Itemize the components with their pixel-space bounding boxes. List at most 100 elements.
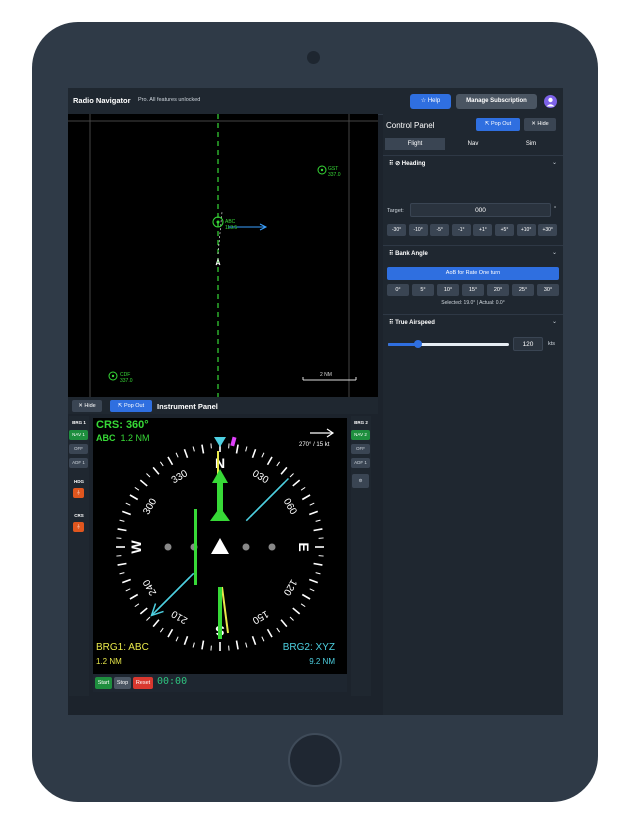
compass-icon: ⊘ [395, 161, 401, 167]
top-bar: Radio Navigator Pro. All features unlock… [68, 88, 563, 115]
airspeed-input[interactable]: 120 [513, 337, 543, 351]
airspeed-unit: kts [548, 341, 556, 347]
lubber-line-icon [214, 437, 226, 447]
compass-tick [121, 510, 132, 516]
app-subtitle: Pro. All features unlocked [138, 97, 201, 103]
bank-angle-button[interactable]: 20° [487, 284, 509, 296]
compass-tick [313, 562, 323, 566]
tablet-home-button[interactable] [288, 733, 342, 787]
heading-target-input[interactable]: 000 [410, 203, 551, 217]
bank-angle-button[interactable]: 0° [387, 284, 409, 296]
compass-tick [167, 628, 174, 638]
heading-step-button[interactable]: +1° [473, 224, 493, 236]
timer-stop-button[interactable]: Stop [114, 677, 131, 689]
cardinal-label: N [215, 455, 225, 471]
control-popout-label: Pop Out [490, 121, 512, 127]
compass-tick [146, 616, 151, 621]
heading-step-button[interactable]: -1° [451, 224, 471, 236]
compass-tick [313, 528, 323, 532]
compass-tick [289, 616, 294, 621]
bank-section-header[interactable]: ⠿ Bank Angle ⌄ [383, 245, 563, 260]
compass-tick [266, 456, 273, 466]
heading-step-button[interactable]: +10° [516, 224, 536, 236]
bank-angle-button[interactable]: 25° [512, 284, 534, 296]
compass-tick [117, 528, 127, 532]
compass-number-label: 240 [141, 577, 159, 597]
brg2-adf1-button[interactable]: ADF 1 [351, 458, 370, 468]
chevron-down-icon: ⌄ [551, 250, 557, 256]
compass-tick [300, 486, 306, 491]
course-station-readout: ABC 1.2 NM [96, 433, 150, 443]
airspeed-slider-thumb[interactable] [414, 340, 423, 348]
compass-tick [159, 627, 164, 633]
compass-tick [152, 466, 160, 475]
brg1-label: BRG 1 [72, 420, 86, 425]
heading-step-button[interactable]: -10° [408, 224, 428, 236]
help-button[interactable]: ☆ Help [410, 94, 451, 109]
control-tabs: Flight Nav Sim [383, 138, 563, 150]
bank-angle-button[interactable]: 5° [412, 284, 434, 296]
compass-tick [167, 456, 174, 466]
hdg-knob-button[interactable]: ⏚ [73, 488, 84, 498]
control-hide-button[interactable]: ✕ Hide [524, 118, 556, 131]
chevron-down-icon: ⌄ [551, 160, 557, 166]
app-title: Radio Navigator [73, 96, 131, 105]
manage-subscription-button[interactable]: Manage Subscription [456, 94, 537, 109]
station-label-abc: ABC 113.5 [225, 219, 238, 231]
heading-section-header[interactable]: ⠿ ⊘ Heading ⌄ [383, 155, 563, 170]
target-label: Target: [387, 208, 404, 214]
compass-tick [280, 466, 288, 475]
tab-flight[interactable]: Flight [385, 138, 445, 150]
bank-angle-button[interactable]: 10° [437, 284, 459, 296]
tablet-camera [307, 51, 320, 64]
heading-bug-icon [230, 436, 237, 447]
compass-tick [125, 502, 131, 506]
brg1-adf1-button[interactable]: ADF 1 [69, 458, 88, 468]
course-readout: CRS: 360° [96, 419, 149, 431]
heading-step-button[interactable]: -5° [430, 224, 450, 236]
timer-reset-button[interactable]: Reset [133, 677, 153, 689]
control-hide-label: Hide [537, 121, 549, 127]
timer-bar: Start Stop Reset 00:00 [93, 674, 347, 692]
star-icon: ☆ [420, 98, 428, 104]
bank-angle-button[interactable]: 30° [537, 284, 559, 296]
airspeed-slider[interactable] [388, 340, 509, 348]
course-pointer [217, 483, 223, 511]
settings-button[interactable]: ⚙ [352, 474, 369, 488]
control-panel: Control Panel ⇱ Pop Out ✕ Hide Flight Na… [383, 114, 563, 715]
brg2-off-button[interactable]: OFF [351, 444, 370, 454]
heading-unit: ° [554, 206, 557, 212]
timer-start-button[interactable]: Start [95, 677, 112, 689]
control-popout-button[interactable]: ⇱ Pop Out [476, 118, 520, 131]
cdi-dot [164, 543, 172, 551]
hsi-instrument[interactable]: NESW030060120150210240300330 CRS: 360° A… [93, 418, 347, 692]
compass-tick [134, 486, 140, 491]
aob-rate-one-button[interactable]: AoB for Rate One turn [387, 267, 559, 280]
hdg-label: HDG [74, 479, 84, 484]
compass-tick [292, 607, 301, 615]
cdi-dot [268, 543, 276, 551]
compass-tick [308, 510, 319, 516]
cdi-deviation-bar [194, 509, 197, 585]
compass-tick [129, 494, 139, 501]
tab-nav[interactable]: Nav [443, 138, 503, 150]
compass-tick [117, 562, 127, 566]
brg1-off-button[interactable]: OFF [69, 444, 88, 454]
heading-step-button[interactable]: +30° [538, 224, 558, 236]
crs-knob-button[interactable]: ⏚ [73, 522, 84, 532]
heading-step-button[interactable]: -30° [387, 224, 406, 236]
brg2-nav2-button[interactable]: NAV 2 [351, 430, 370, 440]
compass-tick [159, 461, 164, 467]
airspeed-section-header[interactable]: ⠿ True Airspeed ⌄ [383, 314, 563, 329]
course-tail [218, 587, 222, 639]
tab-sim[interactable]: Sim [501, 138, 561, 150]
brg2-readout: BRG2: XYZ [282, 642, 335, 653]
compass-tick [301, 593, 311, 600]
nav-map[interactable]: GST 337.0 ABC 113.5 CDF 337.0 2 NM [68, 114, 378, 397]
heading-step-button[interactable]: +5° [495, 224, 514, 236]
user-avatar[interactable] [544, 95, 557, 108]
bank-angle-button[interactable]: 15° [462, 284, 484, 296]
brg1-nav1-button[interactable]: NAV 1 [69, 430, 88, 440]
instrument-hide-button[interactable]: ✕ Hide [72, 400, 102, 412]
instrument-popout-button[interactable]: ⇱ Pop Out [110, 400, 152, 412]
